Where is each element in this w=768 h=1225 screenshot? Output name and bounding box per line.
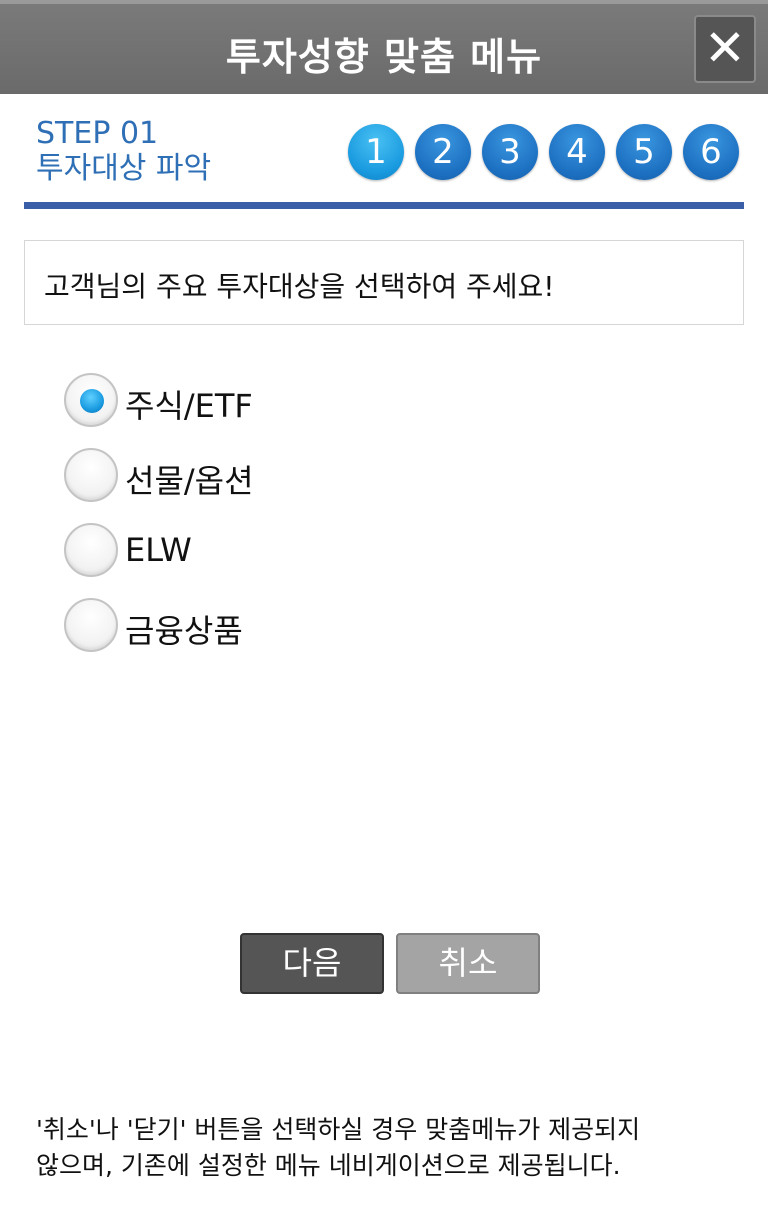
page-title: 투자성향 맞춤 메뉴 — [225, 35, 543, 79]
option-label: ELW — [125, 531, 192, 569]
cancel-button[interactable]: 취소 — [396, 933, 540, 994]
step-header: STEP 01 투자대상 파악 — [36, 117, 211, 187]
step-indicator-1: 1 — [348, 124, 404, 180]
instruction-box: 고객님의 주요 투자대상을 선택하여 주세요! — [24, 240, 744, 325]
instruction-text: 고객님의 주요 투자대상을 선택하여 주세요! — [44, 270, 555, 303]
option-futures-options[interactable]: 선물/옵션 — [64, 448, 464, 508]
step-indicator-6: 6 — [683, 124, 739, 180]
step-indicator-4: 4 — [549, 124, 605, 180]
step-number: STEP 01 — [36, 116, 159, 151]
radio-icon[interactable] — [64, 598, 118, 652]
option-stock-etf[interactable]: 주식/ETF — [64, 373, 464, 433]
next-button[interactable]: 다음 — [240, 933, 384, 994]
option-elw[interactable]: ELW — [64, 523, 464, 583]
radio-selected-dot — [80, 389, 104, 413]
option-label: 금융상품 — [125, 612, 243, 650]
step-indicator-3: 3 — [482, 124, 538, 180]
step-indicator-5: 5 — [616, 124, 672, 180]
radio-icon[interactable] — [64, 523, 118, 577]
close-icon: ✕ — [704, 19, 746, 77]
notice-line-2: 않으며, 기존에 설정한 메뉴 네비게이션으로 제공됩니다. — [36, 1151, 621, 1180]
step-indicator-2: 2 — [415, 124, 471, 180]
step-divider — [24, 202, 744, 209]
notice-line-1: '취소'나 '닫기' 버튼을 선택하실 경우 맞춤메뉴가 제공되지 — [36, 1115, 641, 1144]
radio-icon[interactable] — [64, 373, 118, 427]
close-button[interactable]: ✕ — [694, 15, 756, 83]
radio-icon[interactable] — [64, 448, 118, 502]
step-name: 투자대상 파악 — [36, 151, 212, 186]
option-financial-products[interactable]: 금융상품 — [64, 598, 464, 658]
option-label: 선물/옵션 — [125, 462, 254, 500]
notice-text: '취소'나 '닫기' 버튼을 선택하실 경우 맞춤메뉴가 제공되지 않으며, 기… — [36, 1112, 736, 1184]
title-bar: 투자성향 맞춤 메뉴 ✕ — [0, 0, 768, 94]
step-indicator: 1 2 3 4 5 6 — [348, 124, 743, 182]
option-label: 주식/ETF — [125, 387, 253, 425]
